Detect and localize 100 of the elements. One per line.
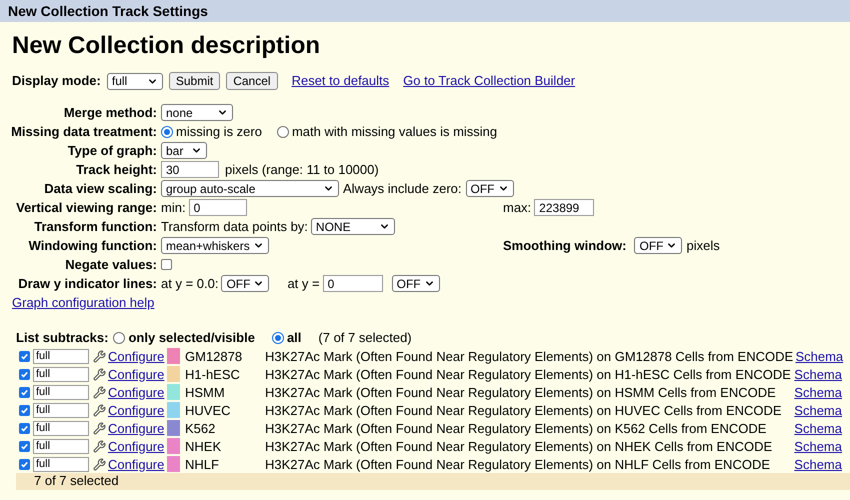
- schema-link[interactable]: Schema: [794, 400, 842, 420]
- track-description: H3K27Ac Mark (Often Found Near Regulatory Elements) on NHEK Cells from ENCODE: [265, 438, 774, 456]
- track-name: H1-hESC: [185, 366, 241, 384]
- input-field[interactable]: 0: [322, 275, 383, 292]
- configure-link[interactable]: Configure: [108, 346, 164, 366]
- checkbox[interactable]: [19, 404, 30, 416]
- checkbox[interactable]: [19, 422, 30, 434]
- dropdown[interactable]: OFF: [466, 180, 514, 197]
- configure-link[interactable]: Configure: [108, 400, 164, 420]
- track-description: H3K27Ac Mark (Often Found Near Regulatory Elements) on NHLF Cells from ENCODE: [265, 456, 772, 474]
- dropdown[interactable]: mean+whiskers: [161, 237, 269, 254]
- schema-link[interactable]: Schema: [794, 436, 842, 456]
- schema-link[interactable]: Schema: [794, 454, 842, 474]
- dropdown[interactable]: OFF: [392, 275, 440, 292]
- label-text: at y = 0.0:: [161, 274, 218, 293]
- radio-label: math with missing values is missing: [292, 122, 498, 141]
- field-label: Data view scaling:: [44, 180, 158, 198]
- configure-link[interactable]: Configure: [108, 454, 164, 474]
- form-button[interactable]: Submit: [168, 72, 220, 90]
- dropdown[interactable]: OFF: [221, 275, 270, 292]
- checkbox[interactable]: [19, 458, 30, 470]
- window-title-bar: New Collection Track Settings: [0, 0, 850, 22]
- radio-button[interactable]: [272, 332, 284, 344]
- dropdown[interactable]: OFF: [634, 237, 682, 254]
- label-text: at y =: [287, 274, 320, 293]
- configure-link[interactable]: Configure: [108, 382, 164, 402]
- label-text: min:: [161, 198, 186, 217]
- checkbox[interactable]: [161, 259, 172, 270]
- checkbox[interactable]: [19, 440, 30, 452]
- form-button[interactable]: Cancel: [226, 72, 278, 90]
- mode-field[interactable]: full: [33, 384, 89, 400]
- track-name: NHLF: [185, 456, 220, 474]
- mode-field[interactable]: full: [33, 420, 89, 436]
- schema-link[interactable]: Schema: [794, 364, 842, 384]
- radio-label: missing is zero: [176, 122, 262, 141]
- checkbox[interactable]: [19, 350, 30, 362]
- radio-button[interactable]: [113, 332, 126, 344]
- mode-field[interactable]: full: [33, 456, 89, 472]
- radio-label: all: [286, 329, 302, 348]
- radio-label: only selected/visible: [128, 329, 255, 348]
- input-field[interactable]: 223899: [534, 199, 594, 216]
- field-label: Windowing function:: [28, 236, 158, 255]
- field-label: Merge method:: [64, 104, 158, 122]
- configure-link[interactable]: Configure: [108, 418, 164, 438]
- field-label: Draw y indicator lines:: [18, 274, 158, 293]
- wrench-icon: [93, 404, 106, 417]
- selection-summary: 7 of 7 selected: [34, 472, 119, 490]
- link[interactable]: Reset to defaults: [292, 71, 390, 91]
- wrench-icon: [93, 440, 106, 453]
- schema-link[interactable]: Schema: [794, 382, 842, 402]
- label-text: max:: [503, 198, 532, 217]
- checkbox[interactable]: [19, 386, 30, 398]
- track-name: GM12878: [185, 348, 244, 366]
- wrench-icon: [93, 458, 106, 471]
- selection-count: (7 of 7 selected): [318, 329, 412, 348]
- dropdown[interactable]: none: [161, 104, 233, 121]
- mode-field[interactable]: full: [33, 348, 89, 364]
- field-label: Type of graph:: [68, 142, 158, 160]
- schema-link[interactable]: Schema: [794, 418, 842, 438]
- field-label: Negate values:: [65, 256, 158, 274]
- track-name: HUVEC: [185, 402, 232, 420]
- track-description: H3K27Ac Mark (Often Found Near Regulatory Elements) on GM12878 Cells from ENCODE: [265, 348, 794, 366]
- track-description: H3K27Ac Mark (Often Found Near Regulatory Elements) on K562 Cells from ENCODE: [265, 420, 768, 438]
- track-description: H3K27Ac Mark (Often Found Near Regulatory Elements) on HUVEC Cells from ENCODE: [265, 402, 783, 420]
- input-field[interactable]: 30: [161, 161, 219, 178]
- radio-button[interactable]: [276, 126, 289, 138]
- wrench-icon: [93, 350, 106, 363]
- label-text: Transform data points by:: [161, 218, 308, 236]
- link[interactable]: Go to Track Collection Builder: [403, 71, 576, 91]
- track-name: HSMM: [185, 384, 226, 402]
- field-label: Display mode:: [12, 72, 101, 90]
- dropdown[interactable]: bar: [161, 142, 207, 159]
- wrench-icon: [93, 386, 106, 399]
- label-text: Always include zero:: [343, 180, 462, 198]
- mode-field[interactable]: full: [33, 438, 89, 454]
- field-label: Smoothing window:: [503, 236, 628, 255]
- dropdown[interactable]: full: [106, 72, 163, 90]
- field-label: Track height:: [76, 160, 158, 179]
- field-label: Transform function:: [34, 218, 158, 236]
- track-name: K562: [185, 420, 216, 438]
- configure-link[interactable]: Configure: [108, 364, 164, 384]
- field-label: Vertical viewing range:: [16, 198, 158, 217]
- dropdown[interactable]: NONE: [310, 218, 395, 235]
- schema-link[interactable]: Schema: [795, 346, 844, 366]
- checkbox[interactable]: [19, 368, 30, 380]
- field-label: Missing data treatment:: [11, 122, 158, 141]
- page-heading: New Collection description: [12, 31, 322, 61]
- label-text: pixels (range: 11 to 10000): [225, 160, 379, 179]
- input-field[interactable]: 0: [188, 199, 247, 216]
- track-name: NHEK: [185, 438, 222, 456]
- help-link[interactable]: Graph configuration help: [12, 293, 154, 312]
- label-text: pixels: [686, 236, 720, 255]
- mode-field[interactable]: full: [33, 402, 89, 418]
- dropdown[interactable]: group auto-scale: [161, 180, 339, 197]
- track-description: H3K27Ac Mark (Often Found Near Regulatory Elements) on H1-hESC Cells from ENCODE: [265, 366, 792, 384]
- configure-link[interactable]: Configure: [108, 436, 164, 456]
- mode-field[interactable]: full: [33, 366, 89, 382]
- field-label: List subtracks:: [16, 329, 108, 348]
- radio-button[interactable]: [161, 126, 173, 138]
- track-description: H3K27Ac Mark (Often Found Near Regulatory Elements) on HSMM Cells from ENCODE: [265, 384, 777, 402]
